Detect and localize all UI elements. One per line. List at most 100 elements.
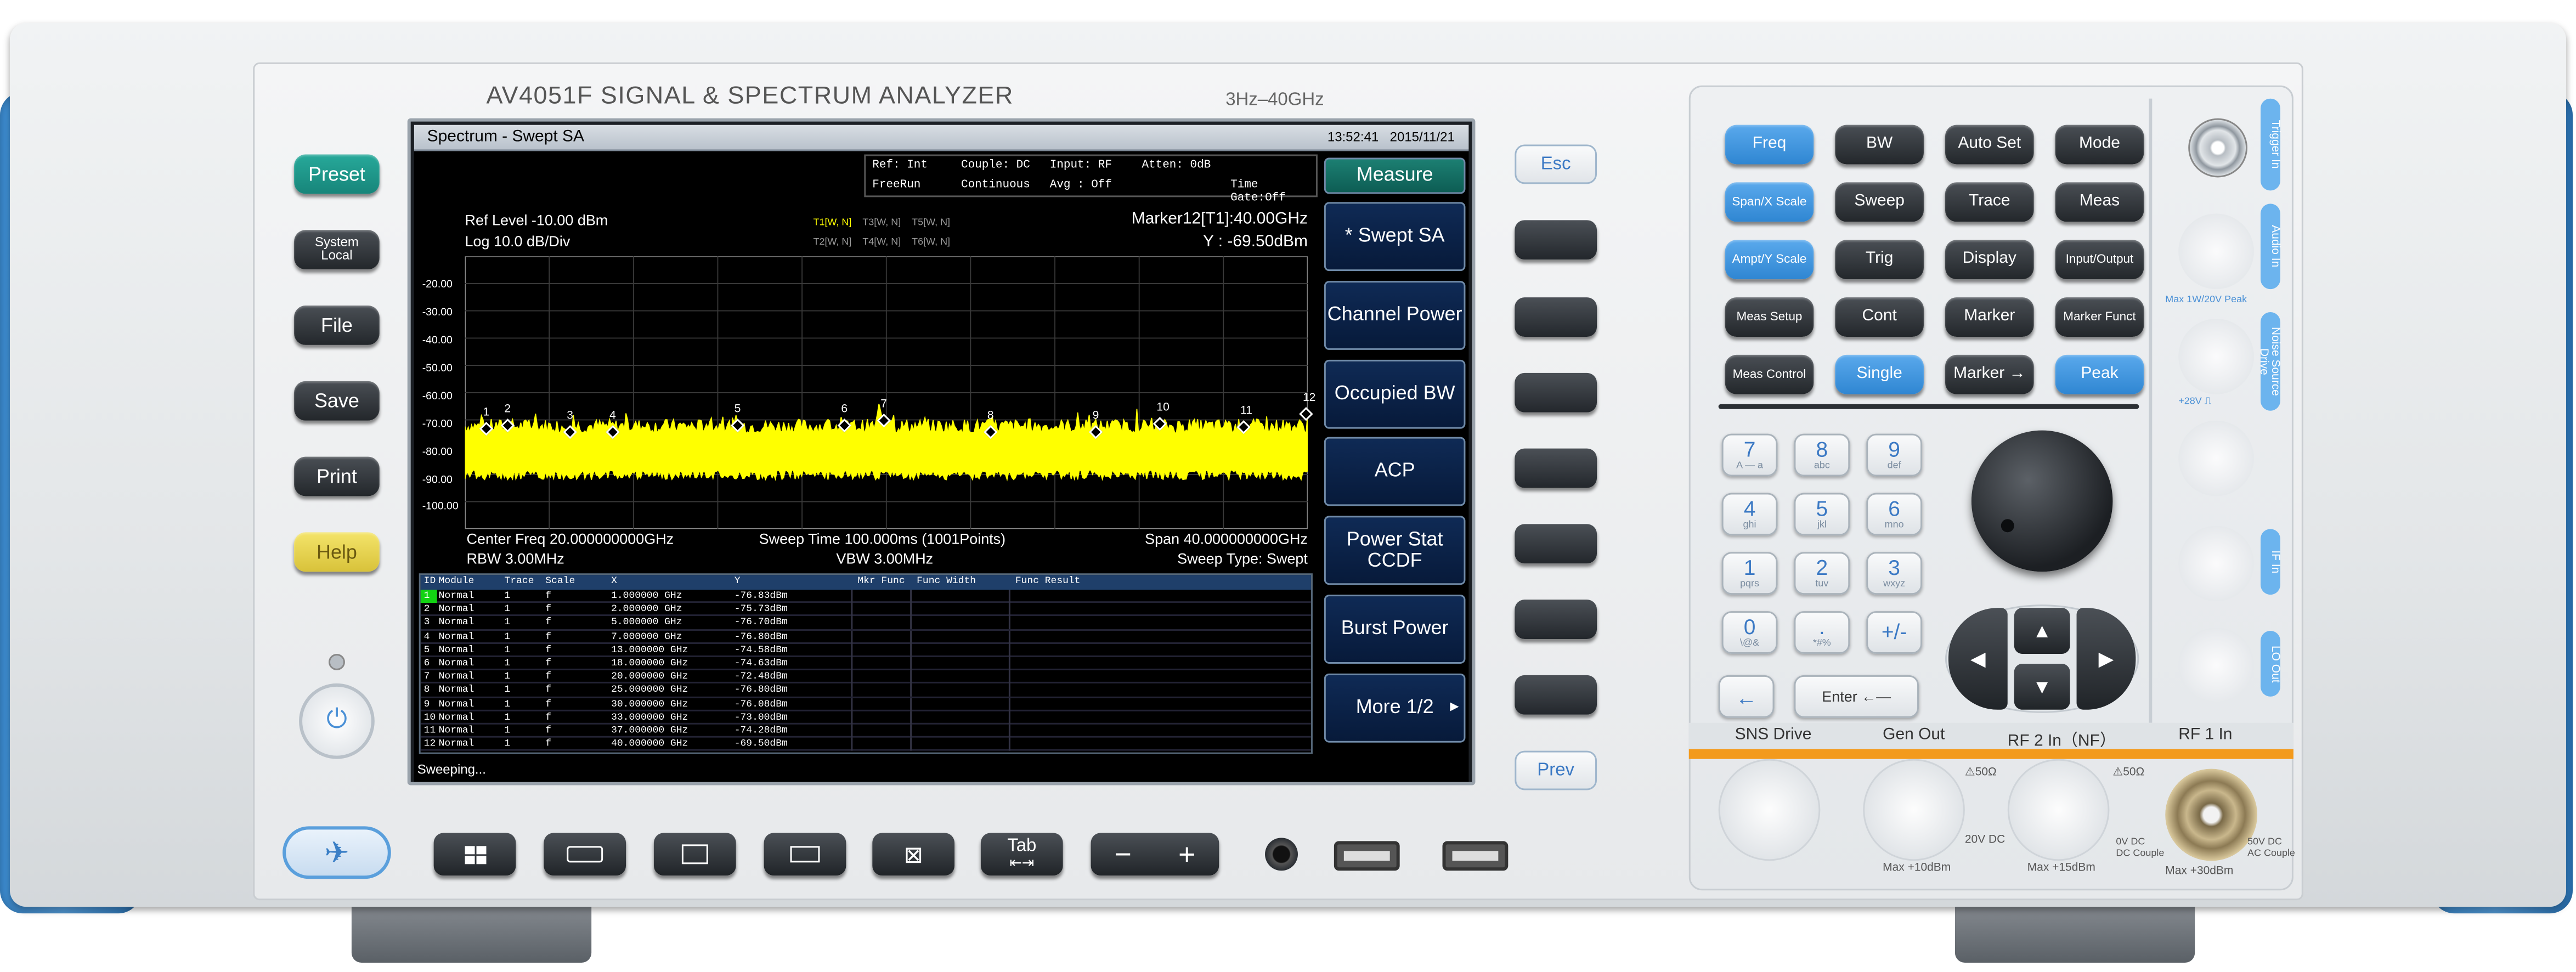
softkey-occupied-bw[interactable]: Occupied BW [1324,359,1466,429]
single-key[interactable]: Single [1835,354,1924,394]
softkey-5-button[interactable] [1515,524,1597,564]
trigger-in-connector[interactable] [2188,118,2248,178]
table-row[interactable]: 9 Normal 1 f 30.000000 GHz -76.08dBm [420,697,1311,711]
esc-button[interactable]: Esc [1515,144,1597,184]
peak-key[interactable]: Peak [2055,354,2144,394]
help-button[interactable]: Help [294,532,380,572]
save-button[interactable]: Save [294,381,380,421]
display-key[interactable]: Display [1945,240,2034,280]
prev-button[interactable]: Prev [1515,750,1597,790]
numpad-plus-minus-key[interactable]: +/- [1866,611,1923,654]
meas-control-key[interactable]: Meas Control [1725,354,1814,394]
ampt-y-scale-key[interactable]: Ampt/Y Scale [1725,240,1814,280]
backspace-icon: ← [1736,684,1758,709]
softkey-acp[interactable]: ACP [1324,437,1466,506]
system-local-button[interactable]: System Local [294,230,380,270]
numpad-9-key[interactable]: 9 def [1866,433,1923,477]
input-output-key[interactable]: Input/Output [2055,240,2144,280]
table-row[interactable]: 12 Normal 1 f 40.000000 GHz -69.50dBm [420,737,1311,751]
table-row[interactable]: 8 Normal 1 f 25.000000 GHz -76.80dBm [420,683,1311,698]
table-row[interactable]: 4 Normal 1 f 7.000000 GHz -76.80dBm [420,630,1311,644]
numpad-4-key[interactable]: 4 ghi [1721,493,1778,536]
softkey-3-button[interactable] [1515,372,1597,412]
span-x-scale-key[interactable]: Span/X Scale [1725,182,1814,222]
table-cell: f [545,737,552,749]
tab-key[interactable]: Tab ⇤⇥ [980,833,1063,876]
switch-window-key[interactable] [764,833,846,876]
numpad-0-key[interactable]: 0 \@& [1721,611,1778,654]
mode-key[interactable]: Mode [2055,125,2144,165]
usb-port-1[interactable] [1334,841,1400,871]
table-row[interactable]: 5 Normal 1 f 13.000000 GHz -74.58dBm [420,643,1311,657]
enter-key[interactable]: Enter ←— [1794,675,1919,718]
table-row[interactable]: 2 Normal 1 f 2.000000 GHz -75.73dBm [420,603,1311,617]
if-in-port-upper[interactable] [2178,420,2254,496]
cont-key[interactable]: Cont [1835,297,1924,337]
softkey-6-button[interactable] [1515,600,1597,640]
softkey-1-button[interactable] [1515,220,1597,260]
zoom-key[interactable]: − + [1091,833,1219,876]
table-cell: 1 [504,670,511,682]
power-button[interactable]: ⏻ [299,683,375,759]
noise-source-port[interactable] [2178,319,2254,394]
audio-in-port[interactable] [2178,213,2254,290]
backspace-key[interactable]: ← [1718,675,1775,718]
usb-port-2[interactable] [1442,841,1509,871]
sweep-key[interactable]: Sweep [1835,182,1924,222]
keyboard-key[interactable] [544,833,626,876]
rf1-in-connector[interactable] [2165,768,2257,861]
softkey-power-stat-ccdf[interactable]: Power Stat CCDF [1324,516,1466,585]
softkey-4-button[interactable] [1515,448,1597,488]
max-peak-note: Max 1W/20V Peak [2165,296,2247,306]
trace-key[interactable]: Trace [1945,182,2034,222]
sns-drive-port[interactable] [1718,759,1821,861]
table-row[interactable]: 3 Normal 1 f 5.000000 GHz -76.70dBm [420,617,1311,630]
numpad-2-key[interactable]: 2 tuv [1794,552,1850,595]
table-row[interactable]: 1 Normal 1 f 1.000000 GHz -76.83dBm [420,590,1311,603]
marker-to-key[interactable]: Marker → [1945,354,2034,394]
print-button[interactable]: Print [294,456,380,496]
table-row[interactable]: 7 Normal 1 f 20.000000 GHz -72.48dBm [420,670,1311,684]
y-tick: -30.00 [422,307,453,319]
bw-key[interactable]: BW [1835,125,1924,165]
numpad-1-key[interactable]: 1 pqrs [1721,552,1778,595]
close-window-key[interactable]: ⊠ [872,833,955,876]
table-row[interactable]: 6 Normal 1 f 18.000000 GHz -74.63dBm [420,657,1311,671]
if-in-port[interactable] [2178,525,2254,602]
rf2-in-port[interactable] [2007,759,2110,861]
meas-setup-key[interactable]: Meas Setup [1725,297,1814,337]
numpad-3-key[interactable]: 3 wxyz [1866,552,1923,595]
windows-key[interactable] [433,833,516,876]
lo-out-port[interactable] [2178,628,2254,703]
table-cell: Normal [438,724,474,736]
gen-out-port[interactable] [1863,759,1965,861]
numpad-8-key[interactable]: 8 abc [1794,433,1850,477]
softkey-channel-power[interactable]: Channel Power [1324,281,1466,350]
preset-button[interactable]: Preset [294,154,380,194]
softkey-more[interactable]: More 1/2 ▶ [1324,673,1466,743]
arrow-down-key[interactable]: ▼ [2014,663,2070,710]
softkey-swept-sa[interactable]: * Swept SA [1324,202,1466,272]
softkey-burst-power[interactable]: Burst Power [1324,595,1466,664]
table-row[interactable]: 11 Normal 1 f 37.000000 GHz -74.28dBm [420,724,1311,738]
file-button[interactable]: File [294,306,380,345]
headphone-jack[interactable] [1265,838,1298,871]
auto-set-key[interactable]: Auto Set [1945,125,2034,165]
table-row[interactable]: 10 Normal 1 f 33.000000 GHz -73.00dBm [420,710,1311,725]
softkey-2-button[interactable] [1515,297,1597,337]
trig-key[interactable]: Trig [1835,240,1924,280]
numpad-6-key[interactable]: 6 mno [1866,493,1923,536]
numpad-7-key[interactable]: 7A — a [1721,433,1778,477]
rotary-knob[interactable] [1971,430,2113,572]
marker-funct-key[interactable]: Marker Funct [2055,297,2144,337]
meas-key[interactable]: Meas [2055,182,2144,222]
marker-key[interactable]: Marker [1945,297,2034,337]
window-layout-key[interactable] [653,833,736,876]
freq-key[interactable]: Freq [1725,125,1814,165]
numpad-dot-key[interactable]: . *#% [1794,611,1850,654]
softkey-measure[interactable]: Measure [1324,157,1466,194]
softkey-7-button[interactable] [1515,675,1597,715]
numpad-5-key[interactable]: 5 jkl [1794,493,1850,536]
vbw: VBW 3.00MHz [836,550,934,567]
arrow-up-key[interactable]: ▲ [2014,608,2070,654]
